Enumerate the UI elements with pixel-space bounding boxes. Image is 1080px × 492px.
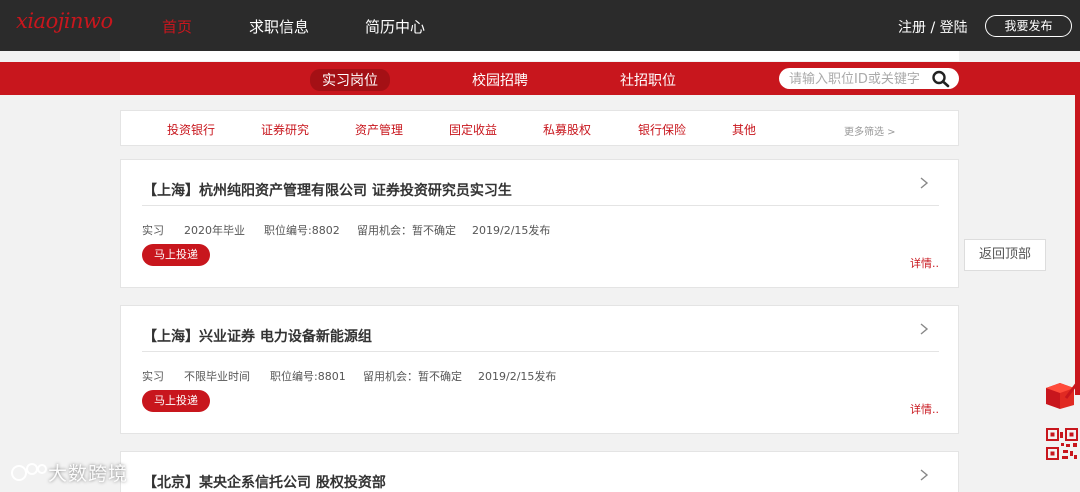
watermark-logo-icon <box>11 463 47 481</box>
job-title[interactable]: 【上海】兴业证券 电力设备新能源组 <box>143 326 372 346</box>
job-id: 职位编号:8801 <box>270 370 346 383</box>
job-title[interactable]: 【上海】杭州纯阳资产管理有限公司 证券投资研究员实习生 <box>143 180 512 200</box>
detail-link[interactable]: 详情.. <box>910 401 939 417</box>
tab-social-recruit[interactable]: 社招职位 <box>620 70 676 90</box>
logo[interactable]: xiaojinwo <box>16 9 113 33</box>
nav-resume-center[interactable]: 简历中心 <box>365 16 425 37</box>
tab-internship[interactable]: 实习岗位 <box>310 69 390 91</box>
job-graduation: 2020年毕业 <box>184 224 245 237</box>
cube-icon[interactable] <box>1044 378 1080 412</box>
publish-button[interactable]: 我要发布 <box>985 15 1072 37</box>
watermark: 大数跨境 <box>10 459 128 486</box>
job-retention: 留用机会：暂不确定 <box>363 370 462 383</box>
job-card: 【上海】兴业证券 电力设备新能源组 实习 不限毕业时间 职位编号:8801 留用… <box>120 305 959 434</box>
filter-investment-banking[interactable]: 投资银行 <box>167 121 215 138</box>
right-red-edge <box>1075 95 1080 395</box>
detail-link[interactable]: 详情.. <box>910 255 939 271</box>
job-type: 实习 <box>142 224 164 237</box>
apply-button[interactable]: 马上投递 <box>142 390 210 412</box>
filter-bank-insurance[interactable]: 银行保险 <box>638 121 686 138</box>
search-box <box>779 68 959 89</box>
apply-button[interactable]: 马上投递 <box>142 244 210 266</box>
chevron-right-icon[interactable] <box>919 322 929 336</box>
more-filters-link[interactable]: 更多筛选 > <box>844 123 896 138</box>
content-top-strip <box>120 51 959 61</box>
job-date: 2019/2/15发布 <box>478 370 557 383</box>
filter-asset-management[interactable]: 资产管理 <box>355 121 403 138</box>
chevron-right-icon[interactable] <box>919 468 929 482</box>
job-graduation: 不限毕业时间 <box>184 370 250 383</box>
filter-securities-research[interactable]: 证券研究 <box>261 121 309 138</box>
filter-fixed-income[interactable]: 固定收益 <box>449 121 497 138</box>
search-icon[interactable] <box>931 70 951 88</box>
back-to-top-button[interactable]: 返回顶部 <box>964 239 1046 271</box>
card-divider <box>142 205 939 206</box>
card-divider <box>142 351 939 352</box>
tab-campus-recruit[interactable]: 校园招聘 <box>472 70 528 90</box>
job-card: 【北京】某央企系信托公司 股权投资部 <box>120 451 959 492</box>
chevron-right-icon[interactable] <box>919 176 929 190</box>
nav-job-info[interactable]: 求职信息 <box>249 16 309 37</box>
job-date: 2019/2/15发布 <box>472 224 551 237</box>
job-title[interactable]: 【北京】某央企系信托公司 股权投资部 <box>143 472 386 492</box>
job-type: 实习 <box>142 370 164 383</box>
watermark-text: 大数跨境 <box>48 463 129 485</box>
job-retention: 留用机会：暂不确定 <box>357 224 456 237</box>
register-login-link[interactable]: 注册 / 登陆 <box>898 17 968 37</box>
qr-code-icon[interactable] <box>1046 428 1078 460</box>
filter-private-equity[interactable]: 私募股权 <box>543 121 591 138</box>
category-bar: 实习岗位 校园招聘 社招职位 <box>0 62 1080 95</box>
filter-other[interactable]: 其他 <box>732 121 756 138</box>
search-input[interactable] <box>787 70 931 88</box>
filter-bar: 投资银行 证券研究 资产管理 固定收益 私募股权 银行保险 其他 更多筛选 > <box>120 110 959 146</box>
nav-home[interactable]: 首页 <box>162 16 192 37</box>
job-id: 职位编号:8802 <box>264 224 340 237</box>
top-header: xiaojinwo 首页 求职信息 简历中心 注册 / 登陆 我要发布 <box>0 0 1080 51</box>
job-card: 【上海】杭州纯阳资产管理有限公司 证券投资研究员实习生 实习 2020年毕业 职… <box>120 159 959 288</box>
